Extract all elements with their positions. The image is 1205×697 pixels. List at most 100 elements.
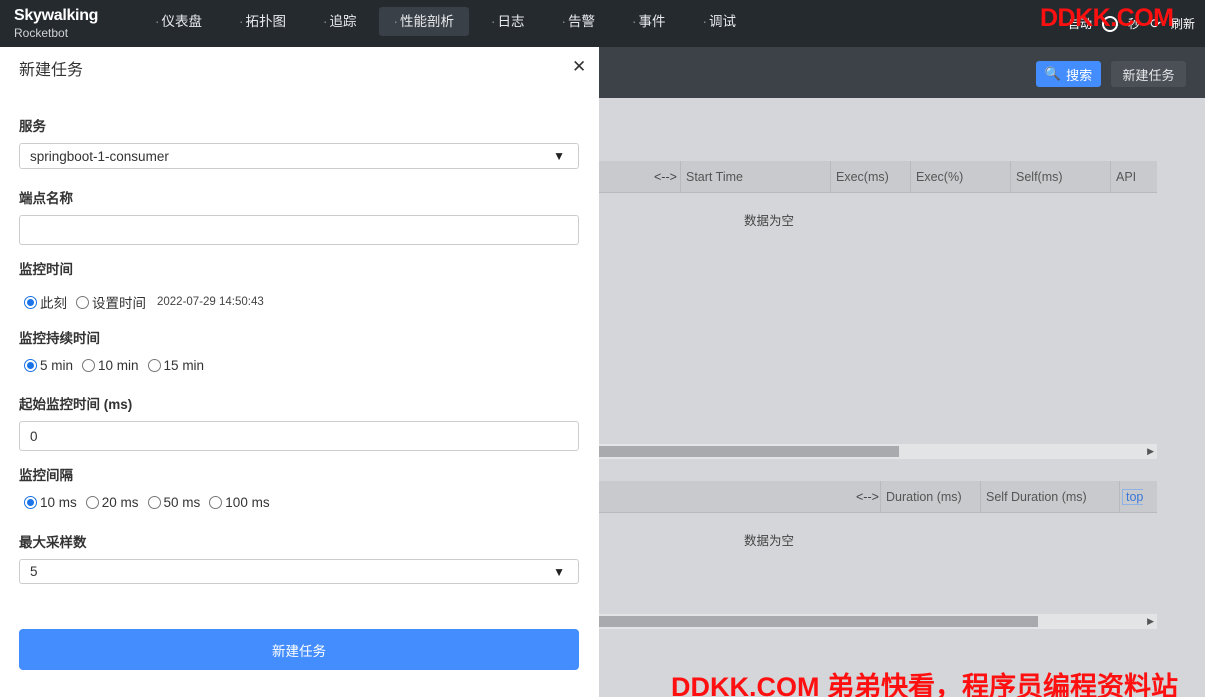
nav-dot-icon: · — [491, 14, 496, 29]
nav-item-log[interactable]: · 日志 — [476, 7, 540, 36]
nav-item-topology[interactable]: · 拓扑图 — [224, 7, 301, 36]
radio-10-min-label: 10 min — [98, 358, 139, 373]
radio-unchecked-icon[interactable] — [85, 496, 99, 509]
max-sampling-label: 最大采样数 — [19, 535, 87, 550]
nav-item-label: 追踪 — [329, 14, 357, 29]
radio-15-min-label: 15 min — [163, 358, 205, 373]
grid1-empty-text: 数据为空 — [744, 214, 795, 228]
column-resize-icon[interactable]: <--> — [856, 481, 880, 513]
radio-set-time[interactable]: 设置时间 — [76, 292, 146, 312]
nav-dot-icon: · — [239, 14, 244, 29]
nav-item-alarm[interactable]: · 告警 — [547, 7, 611, 36]
min-threshold-value: 0 — [30, 428, 38, 444]
nav-item-trace[interactable]: · 追踪 — [308, 7, 372, 36]
radio-15-min[interactable]: 15 min — [147, 358, 205, 373]
new-task-drawer: 新建任务 ✕ 服务 springboot-1-consumer ▼ 端点名称 监… — [0, 47, 599, 697]
radio-10-min[interactable]: 10 min — [82, 358, 139, 373]
profile-span-table-header: <--> Duration (ms) Self Duration (ms) to… — [599, 480, 1157, 513]
nav-item-profile[interactable]: · 性能剖析 — [378, 7, 469, 36]
search-button[interactable]: 🔍 搜索 — [1036, 61, 1101, 87]
nav-item-label: 拓扑图 — [245, 14, 287, 29]
watermark-top: DDKK.COM — [1040, 4, 1174, 32]
grid2-empty-text: 数据为空 — [744, 534, 795, 548]
nav-item-label: 日志 — [497, 14, 525, 29]
scroll-right-icon[interactable]: ▶ — [1147, 444, 1154, 459]
interval-radio-group: 10 ms 20 ms 50 ms 100 ms — [24, 495, 279, 510]
close-icon[interactable]: ✕ — [572, 57, 586, 77]
max-sampling-value: 5 — [30, 564, 38, 579]
radio-5-min[interactable]: 5 min — [24, 358, 73, 373]
scrollbar-thumb[interactable] — [599, 616, 1038, 627]
radio-unchecked-icon[interactable] — [76, 295, 89, 309]
service-select-value: springboot-1-consumer — [30, 148, 169, 164]
profile-segment-table-header: <--> Start Time Exec(ms) Exec(%) Self(ms… — [599, 160, 1157, 193]
radio-50-ms[interactable]: 50 ms — [147, 495, 201, 510]
nav-item-dashboard[interactable]: · 仪表盘 — [140, 7, 217, 36]
nav-dot-icon: · — [632, 14, 637, 29]
column-self-duration: Self Duration (ms) — [980, 480, 1119, 513]
grid2-horizontal-scrollbar[interactable]: ▶ — [599, 614, 1157, 629]
chevron-down-icon: ▼ — [553, 149, 565, 163]
service-label: 服务 — [19, 119, 46, 134]
nav-dot-icon: · — [561, 14, 567, 29]
column-start-time: Start Time — [680, 160, 830, 193]
top-slow-link[interactable]: top sl — [1122, 488, 1144, 513]
logo-title: Skywalking — [14, 7, 99, 24]
search-button-label: 搜索 — [1066, 67, 1093, 83]
min-threshold-label: 起始监控时间 (ms) — [19, 397, 133, 412]
nav-item-label: 事件 — [638, 14, 666, 29]
search-icon: 🔍 — [1044, 66, 1062, 81]
column-top-slow[interactable]: top sl — [1119, 480, 1157, 513]
chevron-down-icon: ▼ — [553, 564, 565, 579]
radio-set-time-label: 设置时间 — [92, 296, 146, 311]
nav-dot-icon: · — [393, 14, 399, 29]
nav-item-event[interactable]: · 事件 — [617, 7, 681, 36]
radio-unchecked-icon[interactable] — [82, 359, 96, 372]
radio-checked-icon[interactable] — [24, 359, 37, 372]
radio-20-ms[interactable]: 20 ms — [85, 495, 139, 510]
nav-dot-icon: · — [702, 14, 708, 29]
interval-label: 监控间隔 — [19, 468, 73, 483]
nav-item-label: 调试 — [709, 14, 736, 29]
monitor-time-label: 监控时间 — [19, 262, 73, 277]
nav-dot-icon: · — [323, 14, 328, 29]
column-resize-icon[interactable]: <--> — [654, 161, 680, 193]
column-duration: Duration (ms) — [880, 480, 980, 513]
radio-100-ms-label: 100 ms — [225, 495, 270, 510]
app-logo[interactable]: Skywalking Rocketbot — [14, 7, 98, 40]
radio-50-ms-label: 50 ms — [163, 495, 201, 510]
radio-checked-icon[interactable] — [24, 295, 37, 309]
monitor-time-value: 2022-07-29 14:50:43 — [157, 296, 264, 308]
min-threshold-input[interactable]: 0 — [19, 421, 579, 451]
nav-item-label: 告警 — [568, 14, 595, 29]
radio-20-ms-label: 20 ms — [101, 495, 139, 510]
column-exec-ms: Exec(ms) — [830, 160, 910, 193]
max-sampling-select[interactable]: 5 ▼ — [19, 559, 579, 584]
main-nav: · 仪表盘 · 拓扑图 · 追踪 · 性能剖析 · 日志 · 告警 · 事件 · 调试 — [140, 7, 758, 36]
scroll-right-icon[interactable]: ▶ — [1147, 614, 1154, 629]
nav-item-label: 性能剖析 — [400, 14, 454, 29]
nav-dot-icon: · — [155, 14, 160, 29]
column-self-ms: Self(ms) — [1010, 160, 1110, 193]
endpoint-label: 端点名称 — [19, 191, 73, 206]
radio-unchecked-icon[interactable] — [147, 496, 161, 509]
service-select[interactable]: springboot-1-consumer ▼ — [19, 143, 579, 169]
radio-5-min-label: 5 min — [40, 358, 74, 373]
scrollbar-thumb[interactable] — [599, 446, 899, 457]
logo-subtitle: Rocketbot — [14, 26, 69, 40]
radio-unchecked-icon[interactable] — [209, 496, 223, 509]
radio-10-ms[interactable]: 10 ms — [24, 495, 77, 510]
radio-100-ms[interactable]: 100 ms — [209, 495, 270, 510]
radio-checked-icon[interactable] — [24, 496, 37, 509]
monitor-time-radio-group: 此刻 设置时间 2022-07-29 14:50:43 — [24, 292, 264, 312]
nav-item-debug[interactable]: · 调试 — [688, 7, 752, 36]
endpoint-input[interactable] — [19, 215, 579, 245]
new-task-button[interactable]: 新建任务 — [1111, 61, 1186, 87]
radio-now[interactable]: 此刻 — [24, 292, 67, 312]
radio-10-ms-label: 10 ms — [40, 495, 77, 510]
radio-unchecked-icon[interactable] — [147, 359, 161, 372]
watermark-bottom: DDKK.COM 弟弟快看，程序员编程资料站 — [671, 672, 1178, 697]
create-task-button[interactable]: 新建任务 — [19, 629, 579, 670]
grid1-horizontal-scrollbar[interactable]: ▶ — [599, 444, 1157, 459]
refresh-label[interactable]: 刷新 — [1171, 15, 1195, 32]
